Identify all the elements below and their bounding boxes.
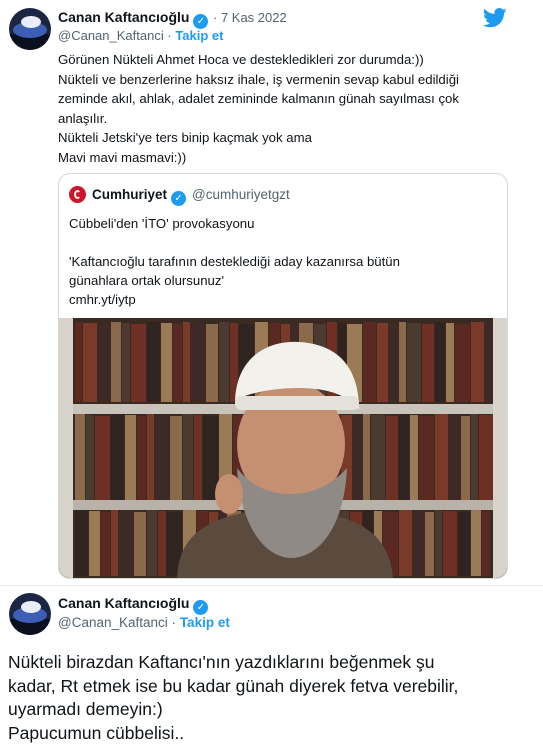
- tweet-text-line: Nükteli Jetski'ye ters binip kaçmak yok …: [58, 130, 312, 145]
- separator-dot: ·: [167, 28, 172, 43]
- tweet-embed-1: Canan Kaftancıoğlu ✓ · 7 Kas 2022 @Canan_…: [0, 0, 543, 585]
- tweet-embed-2: Canan Kaftancıoğlu ✓ @Canan_Kaftanci · Ta…: [0, 586, 543, 755]
- quoted-excerpt-line: günahlara ortak olursunuz': [69, 273, 225, 288]
- tweet-text-line: kadar, Rt etmek ise bu kadar günah diyer…: [8, 675, 459, 696]
- tweet-text-line: Nükteli ve benzerlerine haksız ihale, iş…: [58, 71, 459, 87]
- quoted-tweet-header: Cumhuriyet ✓ @cumhuriyetgzt: [69, 186, 290, 206]
- author-name[interactable]: Canan Kaftancıoğlu ✓: [58, 595, 209, 615]
- author-avatar[interactable]: [9, 593, 51, 635]
- author-avatar[interactable]: [9, 8, 51, 50]
- twitter-bird-icon[interactable]: [483, 8, 507, 28]
- tweet-text-line: Nükteli birazdan Kaftancı'nın yazdıkları…: [8, 652, 435, 672]
- tweet-text: Nükteli birazdan Kaftancı'nın yazdıkları…: [8, 651, 538, 745]
- tweet-text-line: Mavi mavi masmavi:)): [58, 149, 187, 165]
- tweet-text-line: anlaşılır.: [58, 110, 108, 126]
- quoted-link[interactable]: cmhr.yt/iytp: [69, 290, 489, 309]
- cumhuriyet-logo-icon[interactable]: [69, 186, 86, 203]
- author-handle-row: @Canan_Kaftanci · Takip et: [58, 615, 230, 630]
- follow-button[interactable]: Takip et: [175, 28, 223, 43]
- tweet-text: Görünen Nükteli Ahmet Hoca ve destekledi…: [58, 50, 518, 167]
- quoted-headline: Cübbeli'den 'İTO' provokasyonu: [69, 216, 255, 231]
- separator-dot: ·: [171, 615, 177, 630]
- quoted-tweet-text: Cübbeli'den 'İTO' provokasyonu 'Kaftancı…: [69, 214, 489, 309]
- author-name-text[interactable]: Canan Kaftancıoğlu: [58, 595, 189, 611]
- author-name[interactable]: Canan Kaftancıoğlu ✓: [58, 9, 209, 29]
- follow-button[interactable]: Takip et: [180, 615, 230, 630]
- author-handle[interactable]: @Canan_Kaftanci: [58, 615, 168, 630]
- verified-badge-icon: ✓: [171, 191, 187, 206]
- quoted-excerpt-line: 'Kaftancıoğlu tarafının desteklediği ada…: [69, 254, 400, 269]
- quoted-tweet-photo[interactable]: [59, 318, 507, 578]
- tweet-text-line: uyarmadı demeyin:): [8, 699, 163, 719]
- quoted-author-handle[interactable]: @cumhuriyetgzt: [192, 187, 290, 202]
- tweet-date[interactable]: · 7 Kas 2022: [213, 10, 287, 25]
- author-handle-row: @Canan_Kaftanci · Takip et: [58, 28, 223, 43]
- author-name-text[interactable]: Canan Kaftancıoğlu: [58, 9, 189, 25]
- quoted-tweet-card[interactable]: Cumhuriyet ✓ @cumhuriyetgzt Cübbeli'den 'İ…: [58, 173, 508, 579]
- tweet-text-line: zeminde akıl, ahlak, adalet zemininde ka…: [58, 91, 459, 106]
- verified-badge-icon: ✓: [193, 600, 209, 615]
- quoted-author-name[interactable]: Cumhuriyet: [92, 187, 167, 202]
- tweet-text-line: Papucumun cübbelisi..: [8, 722, 185, 743]
- verified-badge-icon: ✓: [193, 14, 209, 29]
- tweet-text-line: Görünen Nükteli Ahmet Hoca ve destekledi…: [58, 52, 424, 67]
- photo-illustration: [59, 318, 507, 578]
- author-handle[interactable]: @Canan_Kaftanci: [58, 28, 164, 43]
